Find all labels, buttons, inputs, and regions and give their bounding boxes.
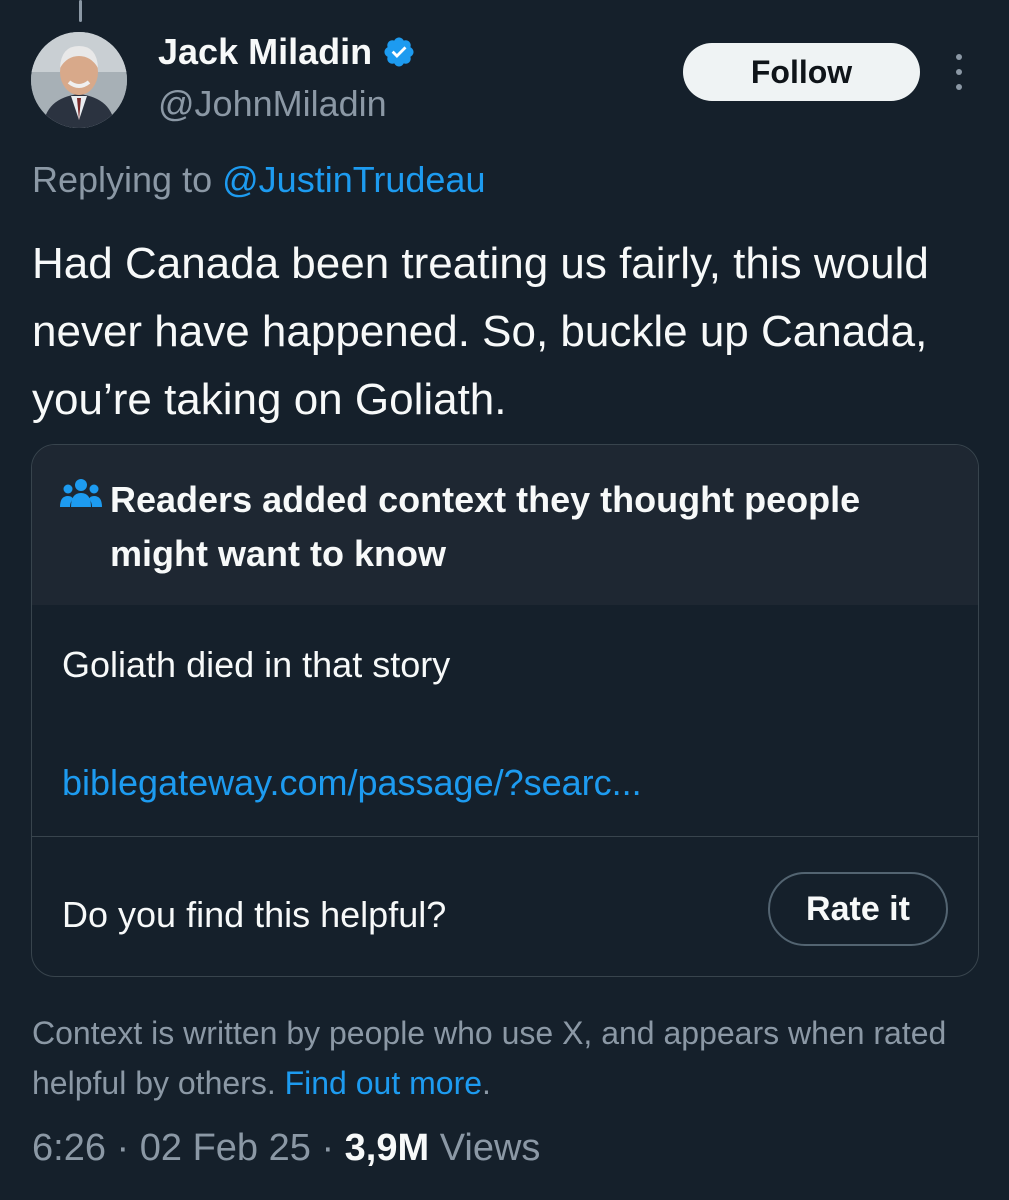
tweet-date[interactable]: 02 Feb 25 [140,1127,311,1169]
author-handle[interactable]: @JohnMiladin [158,82,387,126]
replying-to-mention[interactable]: @JustinTrudeau [222,159,485,200]
more-options-icon[interactable] [946,54,972,90]
tweet-text: Had Canada been treating us fairly, this… [32,239,929,424]
verified-badge-icon[interactable] [382,35,416,69]
community-note-header: Readers added context they thought peopl… [32,445,978,605]
community-note-card: Readers added context they thought peopl… [31,444,979,977]
community-note-link[interactable]: biblegateway.com/passage/?searc... [62,761,642,805]
tweet-meta: 6:26 · 02 Feb 25 · 3,9M Views [32,1124,540,1172]
community-note-title: Readers added context they thought peopl… [110,479,861,574]
context-info: Context is written by people who use X, … [32,1008,982,1108]
people-icon [60,477,102,509]
context-info-period: . [482,1065,491,1101]
thread-line [79,0,82,22]
author-name[interactable]: Jack Miladin [158,30,372,74]
divider [32,836,978,837]
replying-to-line: Replying to @JustinTrudeau [32,158,485,202]
avatar[interactable] [31,32,127,128]
views-count: 3,9M [344,1127,430,1169]
views-label: Views [439,1127,541,1169]
rate-it-button[interactable]: Rate it [768,872,948,946]
follow-button[interactable]: Follow [683,43,920,101]
author-name-row[interactable]: Jack Miladin [158,30,416,74]
replying-prefix: Replying to [32,159,213,200]
meta-separator: · [105,1127,140,1169]
helpful-question: Do you find this helpful? [62,894,447,935]
community-note-body: Goliath died in that story [62,644,451,685]
meta-separator: · [310,1127,345,1169]
tweet-time[interactable]: 6:26 [32,1127,106,1169]
find-out-more-link[interactable]: Find out more [285,1065,482,1101]
